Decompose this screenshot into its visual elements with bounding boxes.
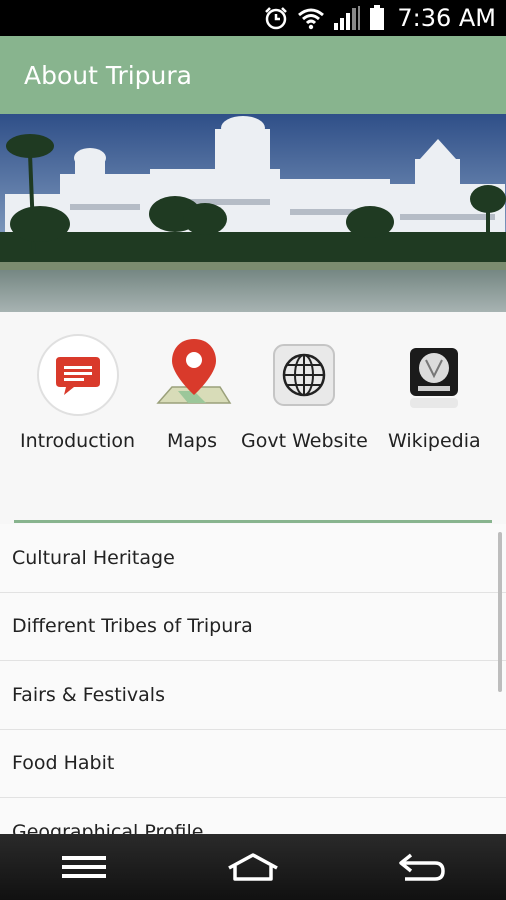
wifi-icon: [297, 6, 325, 30]
list-item-tribes[interactable]: Different Tribes of Tripura: [0, 593, 506, 661]
govt-website-shortcut[interactable]: Govt Website: [241, 330, 368, 452]
wikipedia-label: Wikipedia: [388, 430, 481, 452]
back-arrow-icon: [398, 853, 445, 881]
clock: 7:36 AM: [397, 4, 496, 32]
back-button[interactable]: [362, 834, 482, 900]
topic-list[interactable]: Cultural Heritage Different Tribes of Tr…: [0, 524, 506, 834]
list-item-geographical-profile[interactable]: Geographical Profile: [0, 798, 506, 834]
wikipedia-shortcut[interactable]: Wikipedia: [388, 330, 481, 452]
page-title: About Tripura: [24, 60, 192, 90]
alarm-icon: [263, 5, 289, 31]
battery-icon: [369, 5, 385, 31]
menu-button[interactable]: [24, 834, 144, 900]
speech-bubble-icon: [33, 330, 123, 420]
home-icon: [228, 853, 278, 881]
maps-label: Maps: [167, 430, 217, 452]
list-item-food-habit[interactable]: Food Habit: [0, 730, 506, 798]
home-button[interactable]: [193, 834, 313, 900]
globe-icon: [242, 330, 366, 420]
navigation-bar: [0, 834, 506, 900]
maps-shortcut[interactable]: Maps: [147, 330, 237, 452]
introduction-shortcut[interactable]: Introduction: [20, 330, 135, 452]
introduction-label: Introduction: [20, 430, 136, 452]
govt-website-label: Govt Website: [241, 430, 368, 452]
list-item-fairs-festivals[interactable]: Fairs & Festivals: [0, 661, 506, 730]
list-item-cultural-heritage[interactable]: Cultural Heritage: [0, 524, 506, 593]
signal-icon: [333, 5, 361, 31]
app-bar: About Tripura: [0, 36, 506, 114]
menu-icon: [62, 856, 107, 878]
shortcut-row: Introduction Maps Govt Website Wikipedia: [0, 312, 506, 502]
banner-image: [0, 114, 506, 312]
list-scrollbar[interactable]: [498, 532, 502, 692]
section-divider: [14, 520, 492, 523]
status-bar: 7:36 AM: [0, 0, 506, 36]
wikipedia-icon: [389, 330, 479, 420]
map-pin-icon: [147, 330, 237, 420]
